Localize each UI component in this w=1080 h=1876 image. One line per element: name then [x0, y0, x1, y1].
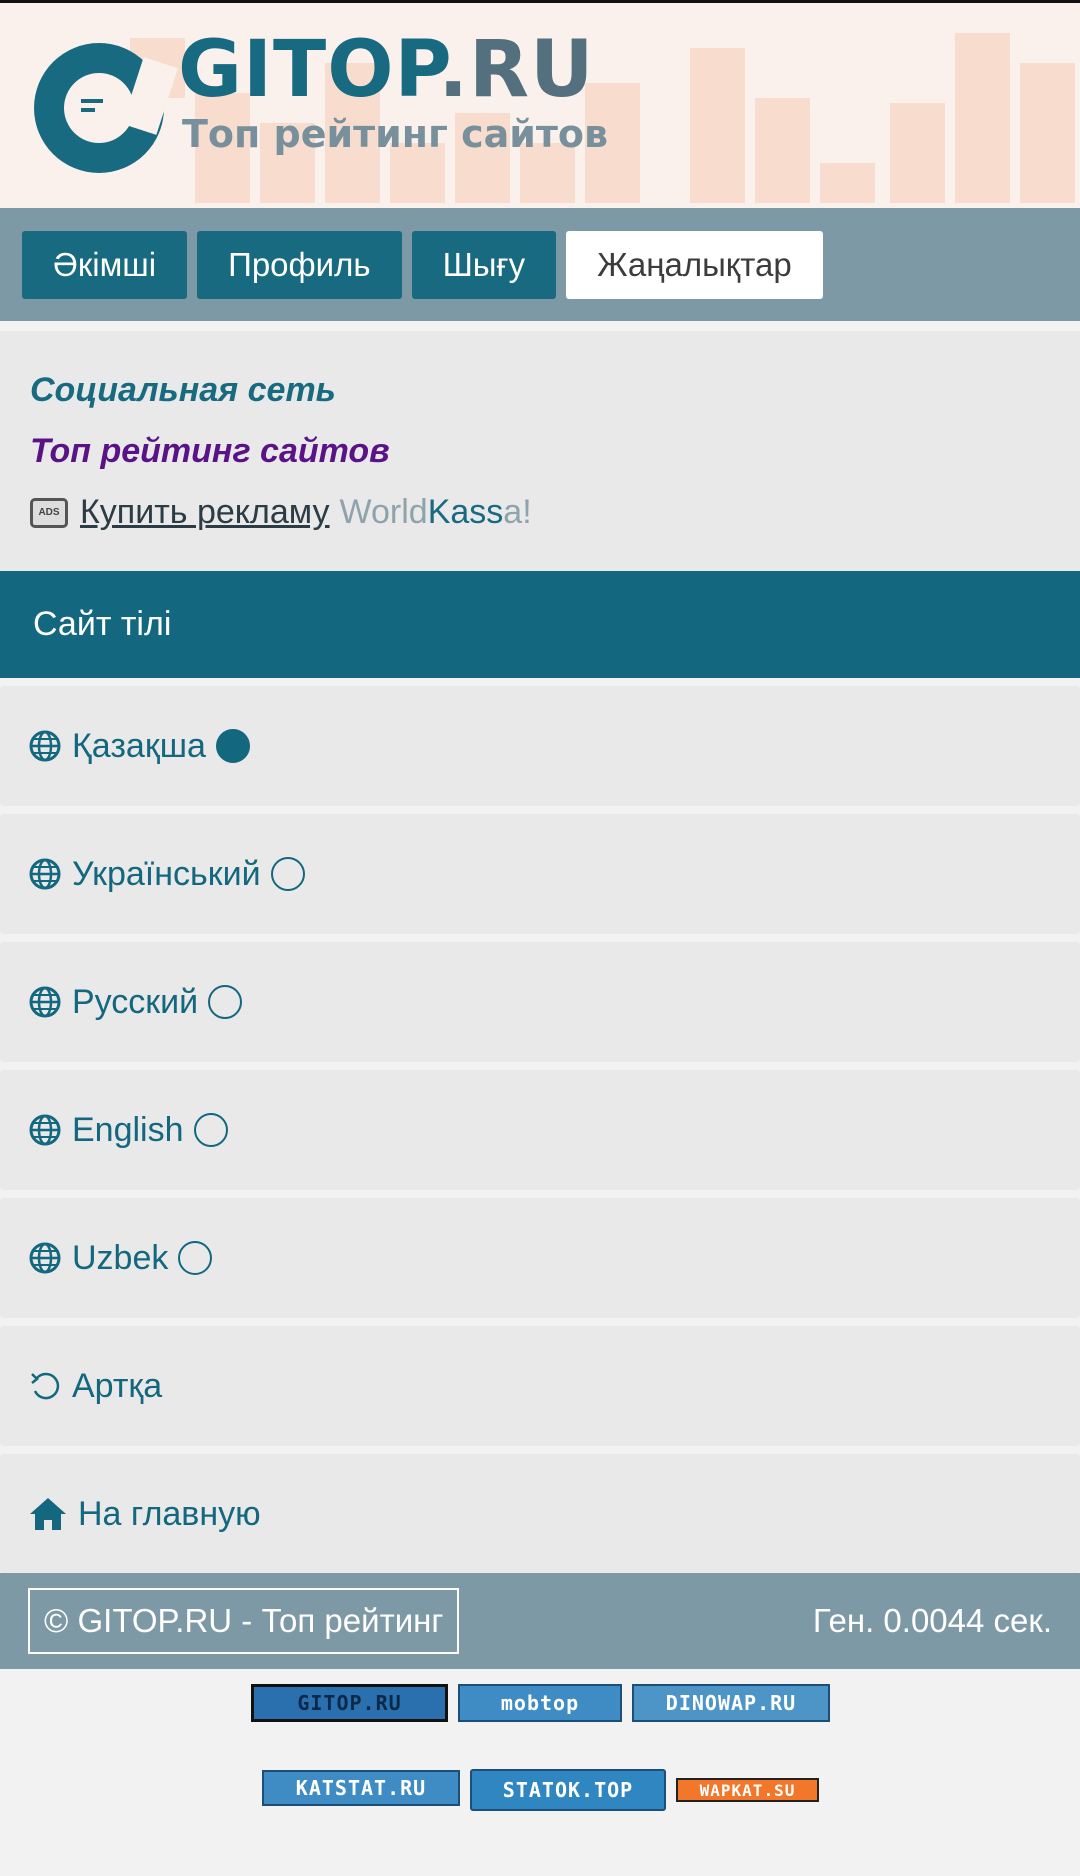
globe-icon [28, 1113, 62, 1147]
nav-news-button[interactable]: Жаңалықтар [566, 231, 823, 299]
logo-icon[interactable] [34, 43, 178, 173]
footer-bar: © GITOP.RU - Топ рейтинг Ген. 0.0044 сек… [0, 1573, 1080, 1669]
language-item-english[interactable]: English [0, 1070, 1080, 1190]
globe-icon [28, 857, 62, 891]
back-label: Артқа [72, 1366, 163, 1405]
globe-icon [28, 1241, 62, 1275]
radio-empty-icon [208, 985, 243, 1019]
language-label: Український [72, 854, 261, 893]
globe-icon [28, 985, 62, 1019]
copyright-link[interactable]: © GITOP.RU - Топ рейтинг [28, 1588, 460, 1654]
buy-ad-link[interactable]: Купить рекламу [80, 493, 330, 532]
language-label: Русский [72, 982, 199, 1021]
undo-icon [28, 1369, 62, 1403]
language-label: Қазақша [72, 726, 206, 765]
nav-logout-button[interactable]: Шығу [411, 231, 557, 299]
nav-admin-button[interactable]: Әкімші [22, 231, 188, 299]
radio-selected-icon [215, 729, 250, 763]
logo-title[interactable]: GITOP.RU [178, 31, 594, 109]
radio-empty-icon [178, 1241, 213, 1275]
info-panel: Социальная сеть Топ рейтинг сайтов ADS К… [0, 331, 1080, 571]
language-item-kazakh[interactable]: Қазақша [0, 686, 1080, 806]
site-header: GITOP.RU Топ рейтинг сайтов [0, 3, 1080, 208]
counter-gitop[interactable]: GITOP.RU [251, 1684, 448, 1722]
radio-empty-icon [193, 1113, 228, 1147]
social-network-text: Социальная сеть [30, 371, 336, 409]
language-item-ukrainian[interactable]: Український [0, 814, 1080, 934]
counter-mobtop[interactable]: mobtop [458, 1684, 622, 1722]
ads-icon: ADS [30, 497, 68, 528]
top-rating-link[interactable]: Топ рейтинг сайтов [30, 432, 1050, 493]
back-link[interactable]: Артқа [0, 1326, 1080, 1446]
language-item-russian[interactable]: Русский [0, 942, 1080, 1062]
language-label: English [72, 1110, 184, 1149]
language-item-uzbek[interactable]: Uzbek [0, 1198, 1080, 1318]
logo-subtitle: Топ рейтинг сайтов [182, 112, 609, 156]
counter-wapkat[interactable]: WAPKAT.SU [676, 1778, 819, 1802]
top-nav: Әкімші Профиль Шығу Жаңалықтар [0, 208, 1080, 321]
counter-dinowap[interactable]: DINOWAP.RU [632, 1684, 830, 1722]
worldkassa-link[interactable]: WorldKassa! [340, 493, 532, 532]
nav-profile-button[interactable]: Профиль [197, 231, 402, 299]
radio-empty-icon [270, 857, 305, 891]
counter-katstat[interactable]: KATSTAT.RU [262, 1770, 460, 1806]
home-label: На главную [78, 1494, 261, 1533]
section-title: Сайт тілі [0, 571, 1080, 678]
language-label: Uzbek [72, 1238, 169, 1277]
generation-time: Ген. 0.0044 сек. [812, 1602, 1052, 1639]
home-link[interactable]: На главную [0, 1454, 1080, 1574]
home-icon [28, 1497, 68, 1531]
ad-line: ADS Купить рекламу WorldKassa! [30, 493, 1050, 532]
counter-statok[interactable]: STATOK.TOP [470, 1769, 666, 1811]
globe-icon [28, 729, 62, 763]
